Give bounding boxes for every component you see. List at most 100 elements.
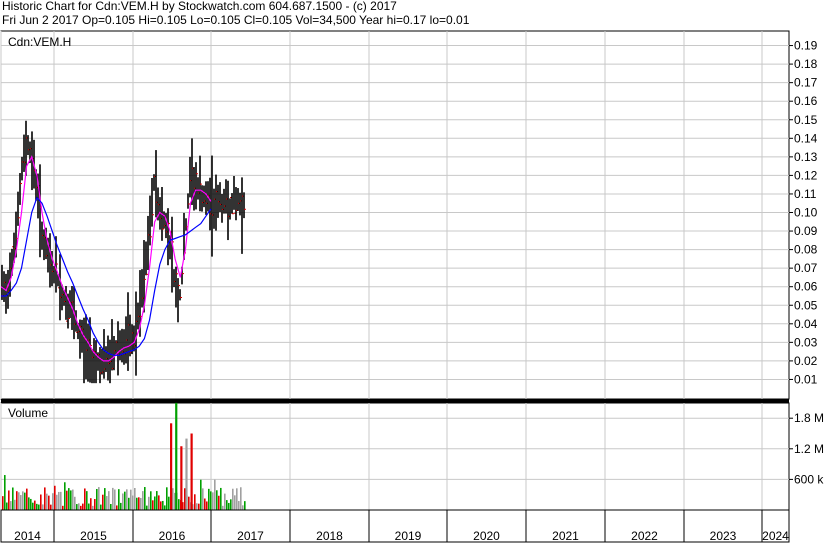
volume-bar	[136, 497, 138, 510]
volume-bar	[154, 496, 156, 510]
volume-bar	[4, 475, 6, 510]
volume-bar	[96, 488, 98, 510]
price-tick-label: 0.16	[794, 94, 818, 108]
volume-bar	[66, 490, 68, 510]
volume-bar	[134, 487, 136, 510]
panel-separator	[1, 399, 789, 403]
volume-bar	[102, 494, 104, 510]
volume-bar	[98, 487, 100, 510]
volume-bar	[204, 498, 206, 510]
volume-bar	[214, 479, 216, 510]
volume-bar	[152, 500, 154, 510]
volume-bar	[40, 494, 42, 510]
volume-bar	[144, 487, 146, 510]
volume-bar	[120, 502, 122, 510]
volume-bar	[198, 503, 200, 510]
volume-bar	[84, 488, 86, 510]
volume-bar	[178, 499, 180, 510]
volume-bar	[162, 500, 164, 510]
price-tick-label: 0.01	[794, 372, 818, 386]
volume-bar	[222, 505, 224, 510]
volume-bar	[188, 496, 190, 510]
volume-bar	[106, 496, 108, 510]
volume-bar	[242, 505, 244, 510]
volume-bar	[68, 488, 70, 510]
year-label: 2016	[159, 529, 186, 543]
volume-bar	[42, 504, 44, 510]
volume-tick-label: 1.2 M	[794, 442, 824, 456]
volume-bar	[80, 505, 82, 510]
volume-panel-title: Volume	[8, 406, 48, 420]
year-label: 2022	[631, 529, 658, 543]
volume-tick-label: 1.8 M	[794, 411, 824, 425]
year-label: 2023	[710, 529, 737, 543]
price-axis: 0.01 0.02 0.03 0.04 0.05 0.06 0.07 0.08 0.09 0.10…	[789, 39, 818, 386]
volume-bar	[122, 493, 124, 510]
price-tick-label: 0.02	[794, 354, 818, 368]
volume-bar	[22, 491, 24, 510]
volume-bar	[202, 488, 204, 510]
volume-bar	[124, 491, 126, 510]
price-tick-label: 0.10	[794, 206, 818, 220]
price-tick-label: 0.03	[794, 335, 818, 349]
price-tick-label: 0.09	[794, 224, 818, 238]
price-tick-label: 0.19	[794, 39, 818, 53]
volume-bar	[60, 491, 62, 510]
volume-bar	[76, 504, 78, 510]
volume-bar	[116, 505, 118, 510]
volume-bar	[160, 501, 162, 510]
volume-bar	[138, 497, 140, 510]
year-label: 2021	[552, 529, 579, 543]
volume-peak-bar	[190, 433, 193, 510]
volume-bar	[166, 487, 168, 510]
volume-bar	[112, 487, 114, 510]
price-tick-label: 0.17	[794, 76, 818, 90]
volume-bar	[32, 502, 34, 510]
volume-bar	[244, 501, 246, 510]
volume-bar	[158, 495, 160, 510]
volume-bar	[156, 491, 158, 510]
volume-bar	[234, 495, 236, 510]
volume-bar	[2, 496, 4, 510]
volume-bar	[90, 498, 92, 510]
volume-bar	[56, 494, 58, 510]
volume-peak-bar	[170, 423, 173, 510]
volume-bar	[92, 505, 94, 510]
volume-bar	[72, 489, 74, 510]
volume-bar	[142, 491, 144, 510]
volume-bar	[168, 496, 170, 510]
volume-tick-label: 600 k	[794, 472, 824, 486]
volume-bar	[28, 497, 30, 510]
price-tick-label: 0.14	[794, 131, 818, 145]
volume-bar	[74, 496, 76, 510]
volume-bar	[212, 492, 214, 510]
volume-bar	[16, 491, 18, 510]
price-tick-label: 0.15	[794, 113, 818, 127]
volume-bar	[94, 499, 96, 510]
price-tick-label: 0.05	[794, 298, 818, 312]
volume-bar	[46, 493, 48, 510]
volume-axis: 600 k 1.2 M 1.8 M	[789, 411, 824, 486]
price-tick-label: 0.04	[794, 317, 818, 331]
volume-bar	[10, 501, 12, 510]
price-tick-label: 0.08	[794, 243, 818, 257]
volume-bar	[110, 504, 112, 510]
volume-bar	[172, 488, 174, 510]
volume-bar	[236, 488, 238, 510]
volume-bar	[128, 497, 130, 510]
year-label: 2015	[80, 529, 107, 543]
volume-bar	[108, 491, 110, 510]
volume-bar	[20, 495, 22, 510]
volume-peak-bar	[185, 438, 188, 510]
volume-bar	[220, 487, 222, 510]
volume-bar	[228, 502, 230, 510]
price-tick-label: 0.06	[794, 280, 818, 294]
year-label: 2019	[395, 529, 422, 543]
volume-bar	[82, 503, 84, 510]
volume-bar	[8, 490, 10, 510]
volume-bar	[70, 490, 72, 510]
volume-bar	[14, 499, 16, 510]
volume-bar	[240, 487, 242, 510]
volume-bar	[210, 491, 212, 510]
price-tick-label: 0.12	[794, 168, 818, 182]
